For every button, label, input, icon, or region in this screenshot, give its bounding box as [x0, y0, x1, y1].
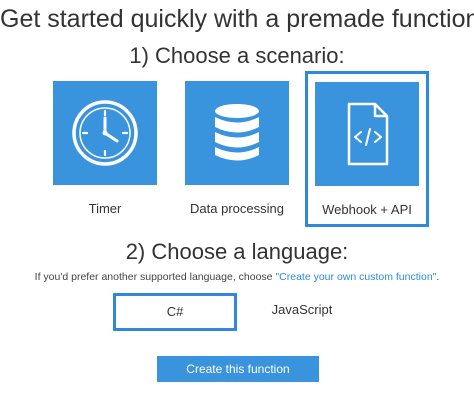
scenario-tile-data-processing[interactable]: Data processing	[175, 71, 299, 227]
database-icon	[215, 104, 259, 161]
page-title: Get started quickly with a premade funct…	[0, 5, 474, 33]
helper-prefix: If you'd prefer another supported langua…	[34, 271, 276, 283]
tile-icon-box	[315, 82, 419, 186]
create-function-button[interactable]: Create this function	[157, 356, 319, 382]
language-heading: 2) Choose a language:	[125, 239, 349, 264]
scenario-tile-label: Data processing	[190, 201, 284, 216]
language-option-csharp[interactable]: C#	[113, 293, 237, 331]
scenario-tile-webhook-api[interactable]: Webhook + API	[305, 71, 429, 227]
tile-icon-box	[185, 81, 289, 185]
scenario-heading: 1) Choose a scenario:	[129, 43, 345, 68]
clock-icon	[72, 100, 138, 166]
code-file-icon	[347, 102, 389, 166]
scenario-tile-label: Timer	[88, 201, 122, 216]
tile-icon-box	[53, 81, 157, 185]
language-option-javascript[interactable]: JavaScript	[240, 293, 364, 331]
scenario-tile-timer[interactable]: Timer	[43, 71, 167, 227]
create-custom-function-link[interactable]: "Create your own custom function"	[275, 271, 436, 283]
helper-suffix: .	[436, 271, 440, 283]
language-helper-text: If you'd prefer another supported langua…	[0, 271, 474, 283]
scenario-tile-label: Webhook + API	[322, 202, 412, 217]
